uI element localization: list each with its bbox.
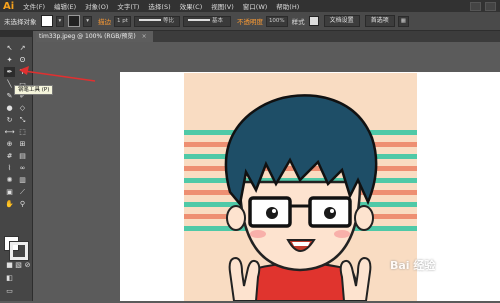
red-arrow-head [19, 66, 29, 75]
red-arrow-line [23, 70, 96, 82]
pen-tool-tooltip: 钢笔工具 (P) [14, 85, 54, 95]
annotation-overlay [19, 66, 96, 82]
watermark-url: jingyan.baidu.com [418, 271, 469, 277]
